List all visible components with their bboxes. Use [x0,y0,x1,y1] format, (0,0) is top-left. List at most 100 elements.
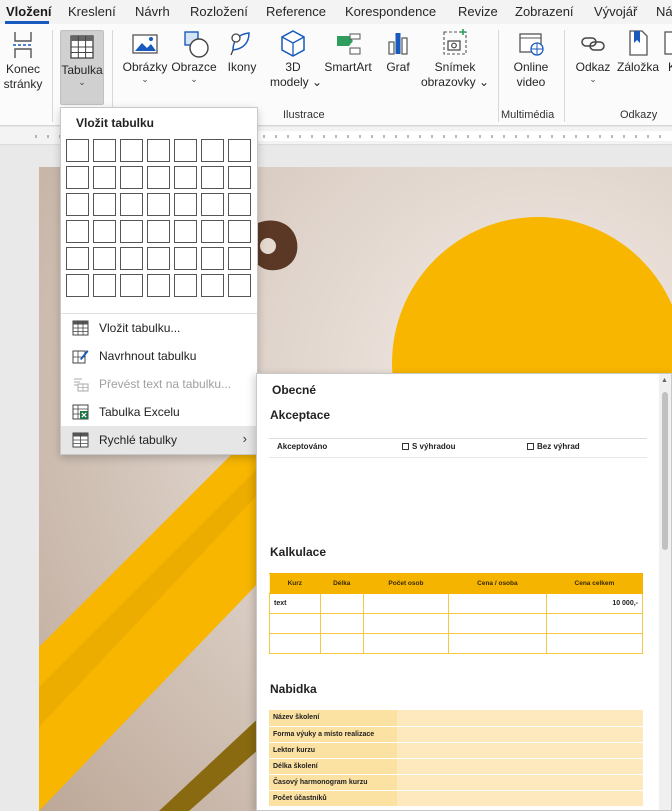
table-size-cell[interactable] [228,193,251,216]
table-size-cell[interactable] [93,247,116,270]
pictures-button[interactable]: Obrázky ⌄ [120,26,170,84]
table-size-cell[interactable] [66,247,89,270]
table-size-cell[interactable] [201,139,224,162]
quick-table-akceptace[interactable]: Akceptováno S výhradou Bez výhrad [269,438,647,528]
table-size-cell[interactable] [174,220,197,243]
chevron-down-icon: ⌄ [141,74,149,84]
table-size-cell[interactable] [120,247,143,270]
table-size-cell[interactable] [228,274,251,297]
table-row: Délka školení [269,758,643,775]
table-size-cell[interactable] [66,220,89,243]
table-size-cell[interactable] [66,166,89,189]
table-cell [362,633,449,654]
table-row: Lektor kurzu [269,742,643,759]
akceptace-col-accepted: Akceptováno [277,442,328,451]
table-size-cell[interactable] [174,274,197,297]
table-button[interactable]: Tabulka ⌄ [60,30,104,105]
table-size-cell[interactable] [228,166,251,189]
table-size-cell[interactable] [66,193,89,216]
table-cell [319,593,364,614]
menu-insert-table[interactable]: Vložit tabulku... [61,314,257,342]
tab-vlozeni[interactable]: Vložení [6,4,52,19]
table-size-cell[interactable] [147,139,170,162]
table-size-cell[interactable] [120,193,143,216]
table-size-cell[interactable] [174,139,197,162]
table-size-cell[interactable] [93,193,116,216]
group-label-ilustrace: Ilustrace [283,109,325,121]
table-cell [397,758,643,775]
3d-models-button[interactable]: 3D modely ⌄ [270,26,322,90]
table-size-cell[interactable] [228,220,251,243]
ribbon-separator [498,30,499,122]
table-size-cell[interactable] [147,193,170,216]
table-size-cell[interactable] [93,220,116,243]
shapes-button[interactable]: Obrazce ⌄ [171,26,217,84]
table-size-cell[interactable] [120,274,143,297]
table-size-cell[interactable] [201,193,224,216]
table-cell [269,613,321,634]
tab-rozlozeni[interactable]: Rozložení [190,4,248,19]
tab-reference[interactable]: Reference [266,4,326,19]
table-size-cell[interactable] [201,220,224,243]
table-size-cell[interactable] [120,139,143,162]
scrollbar-thumb[interactable] [662,392,668,550]
quick-table-nabidka[interactable]: Název školení Forma výuky a místo realiz… [269,710,647,807]
table-size-cell[interactable] [174,193,197,216]
table-size-cell[interactable] [201,247,224,270]
cross-reference-button[interactable]: K [662,26,672,75]
bookmark-icon [629,30,648,56]
screenshot-button[interactable]: Snímek obrazovky ⌄ [420,26,490,90]
table-size-cell[interactable] [66,139,89,162]
table-row: Název školení [269,710,643,727]
convert-text-icon [74,378,89,392]
bookmark-button[interactable]: Záložka [616,26,660,75]
online-video-button[interactable]: Online video [506,26,556,90]
table-size-cell[interactable] [147,220,170,243]
table-cell [362,593,449,614]
table-cell [447,633,547,654]
page-break-button[interactable]: Konec stránky [1,26,45,92]
table-size-cell[interactable] [147,247,170,270]
menu-excel-table[interactable]: Tabulka Excelu [61,398,257,426]
icons-button[interactable]: Ikony [224,26,260,75]
bar-chart-icon [388,33,408,55]
gallery-scrollbar[interactable]: ▲ [659,374,671,810]
table-size-cell[interactable] [228,247,251,270]
table-row: text 10 000,- [269,593,644,614]
smartart-button[interactable]: SmartArt [322,26,374,75]
menu-draw-table[interactable]: Navrhnout tabulku [61,342,257,370]
table-size-cell[interactable] [174,166,197,189]
table-size-cell[interactable] [147,166,170,189]
group-label-multimedia: Multimédia [501,109,555,121]
tab-navrh[interactable]: Návrh [135,4,170,19]
table-size-cell[interactable] [120,166,143,189]
tab-revize[interactable]: Revize [458,4,498,19]
table-size-cell[interactable] [228,139,251,162]
screenshot-label-2: obrazovky ⌄ [420,75,490,89]
table-cell [397,710,643,727]
table-cell: Název školení [269,710,397,727]
scroll-up-icon[interactable]: ▲ [661,377,668,384]
menu-convert-text[interactable]: Převést text na tabulku... [61,370,257,398]
chart-button[interactable]: Graf [382,26,414,75]
quick-table-kalkulace[interactable]: Kurz Délka Počet osob Cena / osoba Cena … [269,573,647,654]
table-size-cell[interactable] [174,247,197,270]
table-size-cell[interactable] [120,220,143,243]
table-size-cell[interactable] [93,166,116,189]
table-size-cell[interactable] [93,139,116,162]
tab-korespondence[interactable]: Korespondence [345,4,436,19]
table-size-cell[interactable] [201,274,224,297]
tab-vyvojar[interactable]: Vývojář [594,4,637,19]
online-video-icon [519,33,544,56]
table-size-cell[interactable] [93,274,116,297]
menu-quick-tables[interactable]: Rychlé tabulky › [61,426,257,454]
akceptace-divider [269,457,647,458]
table-size-cell[interactable] [147,274,170,297]
tab-next[interactable]: Ná [656,4,672,19]
link-label: Odkaz [575,60,611,74]
tab-kresleni[interactable]: Kreslení [68,4,116,19]
table-size-cell[interactable] [201,166,224,189]
link-button[interactable]: Odkaz ⌄ [573,26,613,84]
tab-zobrazeni[interactable]: Zobrazení [515,4,574,19]
table-size-cell[interactable] [66,274,89,297]
